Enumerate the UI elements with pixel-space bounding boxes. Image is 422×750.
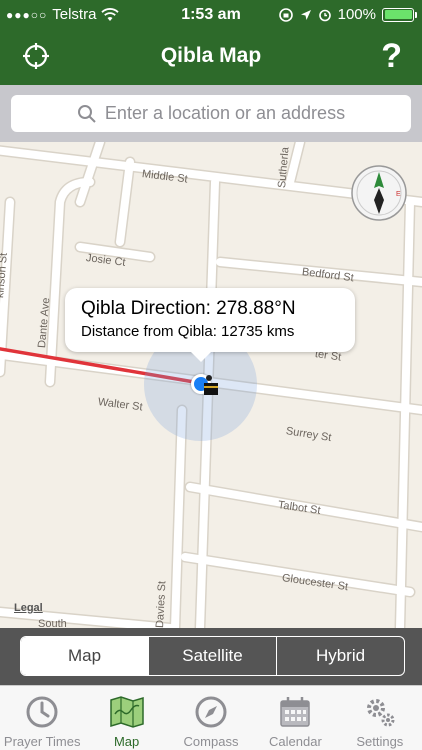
search-placeholder: Enter a location or an address [104, 103, 346, 123]
search-icon [77, 104, 96, 123]
map-view[interactable]: Middle St Sutherla Josie Ct Bedford St D… [0, 142, 422, 628]
svg-text:E: E [396, 191, 401, 198]
tab-map[interactable]: Map [84, 686, 168, 750]
gears-icon [366, 699, 395, 727]
segment-hybrid[interactable]: Hybrid [277, 637, 404, 675]
orientation-lock-icon [278, 7, 293, 22]
tab-prayer-times[interactable]: Prayer Times [0, 686, 84, 750]
alarm-icon [318, 9, 331, 21]
search-input[interactable]: Enter a location or an address [11, 95, 411, 132]
qibla-info-callout: Qibla Direction: 278.88°N Distance from … [65, 288, 355, 362]
tab-label: Settings [356, 734, 404, 749]
kaaba-icon [204, 375, 218, 395]
street-label: Davies St [154, 580, 169, 628]
qibla-direction-text: Qibla Direction: 278.88°N [81, 298, 296, 319]
clock-icon [26, 696, 58, 728]
map-type-bar: Map Satellite Hybrid [0, 628, 422, 685]
map-icon [109, 696, 144, 728]
calendar-icon [280, 697, 311, 727]
tab-compass[interactable]: Compass [169, 686, 253, 750]
tab-bar: Prayer Times Map Compass Calendar Settin… [0, 685, 422, 750]
legal-link[interactable]: Legal [14, 602, 43, 614]
tab-label: Calendar [269, 734, 322, 749]
tab-label: Compass [183, 734, 239, 749]
compass-tab-icon [195, 696, 227, 728]
search-area: Enter a location or an address [0, 85, 422, 142]
map-type-segmented-control: Map Satellite Hybrid [20, 636, 405, 676]
tab-label: Prayer Times [3, 734, 81, 749]
qibla-distance-text: Distance from Qibla: 12735 kms [81, 323, 295, 340]
navigation-bar: Qibla Map ? [0, 32, 422, 85]
segment-satellite[interactable]: Satellite [149, 637, 277, 675]
tab-calendar[interactable]: Calendar [253, 686, 337, 750]
status-bar: ●●●○○ Telstra 1:53 am 100% [0, 0, 422, 32]
compass-icon[interactable]: E [350, 164, 408, 222]
battery-icon [382, 7, 417, 22]
tab-label: Map [113, 734, 140, 749]
help-button[interactable]: ? [381, 36, 402, 76]
tab-settings[interactable]: Settings [338, 686, 422, 750]
location-arrow-icon [300, 9, 311, 20]
segment-map[interactable]: Map [21, 637, 149, 675]
street-label: South [38, 618, 67, 628]
battery-percent: 100% [337, 6, 376, 23]
page-title: Qibla Map [160, 44, 262, 67]
